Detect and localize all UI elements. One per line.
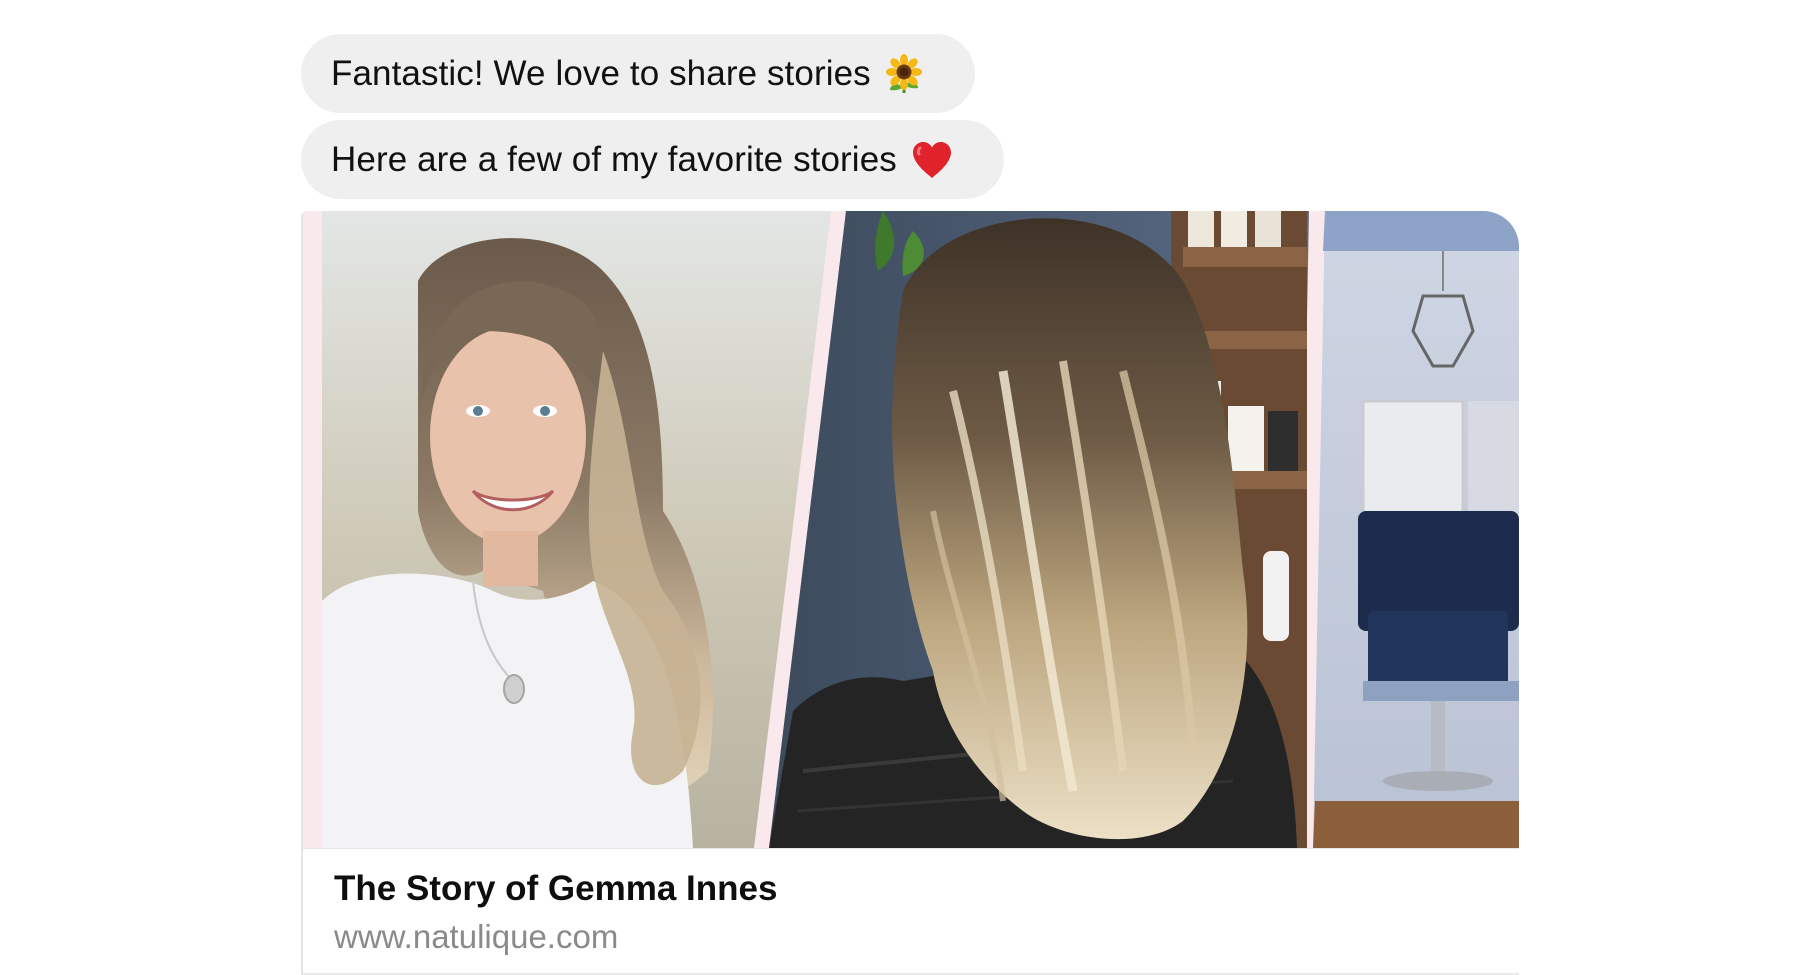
hair-back-photo [769,211,1309,848]
message-text: Here are a few of my favorite stories [331,139,897,179]
story-link-card[interactable]: The Story of Gemma Innes www.natulique.c… [301,211,1519,975]
message-bubble[interactable]: Fantastic! We love to share stories [301,34,975,113]
sunflower-icon [885,53,923,94]
story-collage-image[interactable] [303,211,1519,848]
message-text: Fantastic! We love to share stories [331,53,871,93]
story-title: The Story of Gemma Innes [334,869,778,908]
message-bubble[interactable]: Here are a few of my favorite stories [301,120,1004,199]
salon-interior-photo [1313,211,1519,848]
story-card-meta[interactable]: The Story of Gemma Innes www.natulique.c… [303,848,1519,975]
portrait-photo [322,211,831,848]
story-url[interactable]: www.natulique.com [334,918,618,956]
red-heart-icon [911,140,953,180]
